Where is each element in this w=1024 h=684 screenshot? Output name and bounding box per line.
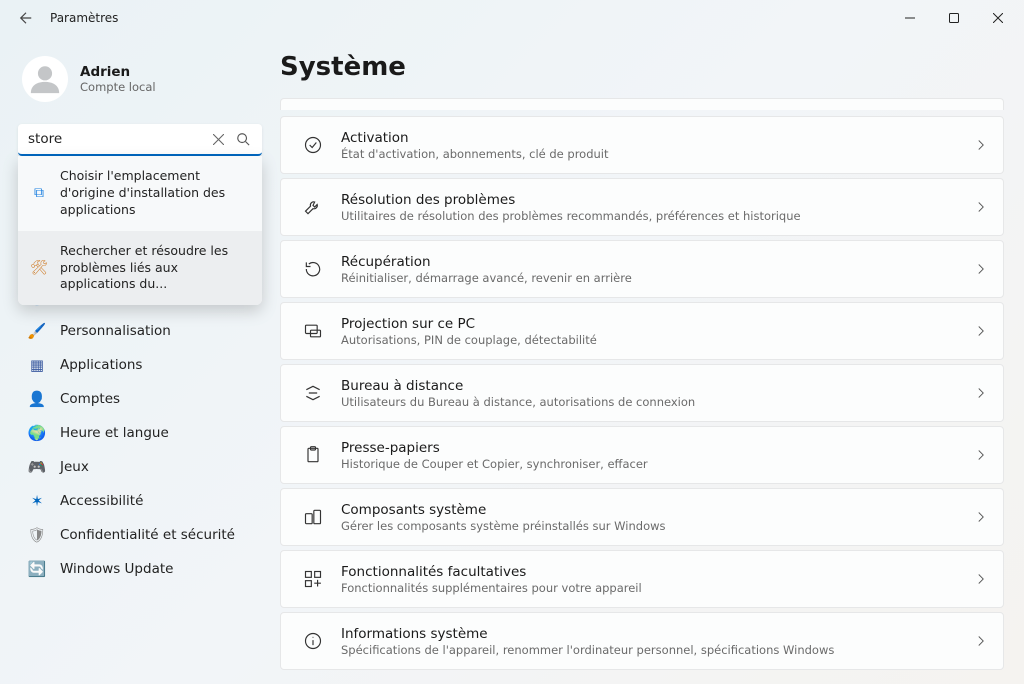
card-title: Composants système (341, 502, 975, 518)
update-icon: 🔄 (28, 560, 46, 578)
user-account-type: Compte local (80, 80, 156, 94)
recovery-icon (297, 259, 329, 279)
card-title: Activation (341, 130, 975, 146)
window-title: Paramètres (50, 11, 118, 25)
sidebar: Adrien Compte local ⧉ Choisir l'emplacem… (0, 36, 270, 684)
sidebar-item-gaming[interactable]: 🎮 Jeux (18, 450, 262, 484)
remote-desktop-icon (297, 383, 329, 403)
shield-icon: 🛡 (28, 526, 46, 544)
card-title: Fonctionnalités facultatives (341, 564, 975, 580)
chevron-right-icon (975, 201, 987, 213)
user-name: Adrien (80, 64, 156, 80)
main-content: Système ActivationÉtat d'activation, abo… (270, 36, 1024, 684)
chevron-right-icon (975, 139, 987, 151)
clear-icon[interactable] (207, 134, 230, 145)
card-title: Bureau à distance (341, 378, 975, 394)
sidebar-item-label: Applications (60, 357, 142, 373)
sidebar-item-label: Jeux (60, 459, 89, 475)
sidebar-item-accessibility[interactable]: ✶ Accessibilité (18, 484, 262, 518)
card-system-components[interactable]: Composants systèmeGérer les composants s… (280, 488, 1004, 546)
card-system-info[interactable]: Informations systèmeSpécifications de l'… (280, 612, 1004, 670)
card-subtitle: Fonctionnalités supplémentaires pour vot… (341, 581, 975, 595)
wrench-icon (297, 197, 329, 217)
gamepad-icon: 🎮 (28, 458, 46, 476)
card-troubleshoot[interactable]: Résolution des problèmesUtilitaires de r… (280, 178, 1004, 236)
chevron-right-icon (975, 573, 987, 585)
search-suggestion-item[interactable]: 🛠 Rechercher et résoudre les problèmes l… (18, 231, 262, 306)
card-subtitle: Utilisateurs du Bureau à distance, autor… (341, 395, 975, 409)
apps-icon: ▦ (28, 356, 46, 374)
card-title: Récupération (341, 254, 975, 270)
close-button[interactable] (976, 2, 1020, 34)
chevron-right-icon (975, 449, 987, 461)
app-location-icon: ⧉ (30, 184, 48, 202)
card-subtitle: Autorisations, PIN de couplage, détectab… (341, 333, 975, 347)
sidebar-item-apps[interactable]: ▦ Applications (18, 348, 262, 382)
chevron-right-icon (975, 263, 987, 275)
card-remote-desktop[interactable]: Bureau à distanceUtilisateurs du Bureau … (280, 364, 1004, 422)
card-subtitle: Utilitaires de résolution des problèmes … (341, 209, 975, 223)
sidebar-item-label: Comptes (60, 391, 120, 407)
chevron-right-icon (975, 387, 987, 399)
card-title: Projection sur ce PC (341, 316, 975, 332)
search-icon[interactable] (230, 132, 256, 146)
chevron-right-icon (975, 325, 987, 337)
components-icon (297, 507, 329, 527)
troubleshoot-icon: 🛠 (30, 259, 48, 277)
card-clipboard[interactable]: Presse-papiersHistorique de Couper et Co… (280, 426, 1004, 484)
chevron-right-icon (975, 635, 987, 647)
card-activation[interactable]: ActivationÉtat d'activation, abonnements… (280, 116, 1004, 174)
sidebar-item-label: Accessibilité (60, 493, 143, 509)
brush-icon: 🖌️ (28, 322, 46, 340)
sidebar-nav: 🌐Réseau et Internet 🖌️Personnalisation ▦… (18, 280, 262, 586)
search-input[interactable] (28, 131, 207, 147)
sidebar-item-label: Heure et langue (60, 425, 169, 441)
card-title: Informations système (341, 626, 975, 642)
card-subtitle: Gérer les composants système préinstallé… (341, 519, 975, 533)
card-subtitle: État d'activation, abonnements, clé de p… (341, 147, 975, 161)
card-title: Résolution des problèmes (341, 192, 975, 208)
titlebar: Paramètres (0, 0, 1024, 36)
avatar (22, 56, 68, 102)
card-optional-features[interactable]: Fonctionnalités facultativesFonctionnali… (280, 550, 1004, 608)
sidebar-item-update[interactable]: 🔄 Windows Update (18, 552, 262, 586)
project-icon (297, 321, 329, 341)
card-subtitle: Spécifications de l'appareil, renommer l… (341, 643, 975, 657)
search-suggestion-item[interactable]: ⧉ Choisir l'emplacement d'origine d'inst… (18, 156, 262, 231)
globe-time-icon: 🌍 (28, 424, 46, 442)
search-suggestions: ⧉ Choisir l'emplacement d'origine d'inst… (18, 156, 262, 305)
minimize-button[interactable] (888, 2, 932, 34)
suggestion-label: Rechercher et résoudre les problèmes lié… (60, 243, 250, 294)
chevron-right-icon (975, 511, 987, 523)
sidebar-item-label: Confidentialité et sécurité (60, 527, 235, 543)
card-title: Presse-papiers (341, 440, 975, 456)
check-circle-icon (297, 135, 329, 155)
card-projection[interactable]: Projection sur ce PCAutorisations, PIN d… (280, 302, 1004, 360)
card-subtitle: Réinitialiser, démarrage avancé, revenir… (341, 271, 975, 285)
card-subtitle: Historique de Couper et Copier, synchron… (341, 457, 975, 471)
sidebar-item-privacy[interactable]: 🛡 Confidentialité et sécurité (18, 518, 262, 552)
page-title: Système (280, 52, 1004, 82)
accessibility-icon: ✶ (28, 492, 46, 510)
sidebar-item-personalization[interactable]: 🖌️ Personnalisation (18, 314, 262, 348)
card-recovery[interactable]: RécupérationRéinitialiser, démarrage ava… (280, 240, 1004, 298)
person-icon: 👤 (28, 390, 46, 408)
optional-features-icon (297, 569, 329, 589)
sidebar-item-label: Personnalisation (60, 323, 171, 339)
search-input-container: ⧉ Choisir l'emplacement d'origine d'inst… (18, 124, 262, 156)
back-button[interactable] (14, 6, 38, 30)
maximize-button[interactable] (932, 2, 976, 34)
suggestion-label: Choisir l'emplacement d'origine d'instal… (60, 168, 250, 219)
sidebar-item-accounts[interactable]: 👤 Comptes (18, 382, 262, 416)
user-account[interactable]: Adrien Compte local (22, 56, 262, 102)
cards-scroll-top (280, 98, 1004, 110)
clipboard-icon (297, 445, 329, 465)
info-icon (297, 631, 329, 651)
sidebar-item-time-language[interactable]: 🌍 Heure et langue (18, 416, 262, 450)
sidebar-item-label: Windows Update (60, 561, 173, 577)
